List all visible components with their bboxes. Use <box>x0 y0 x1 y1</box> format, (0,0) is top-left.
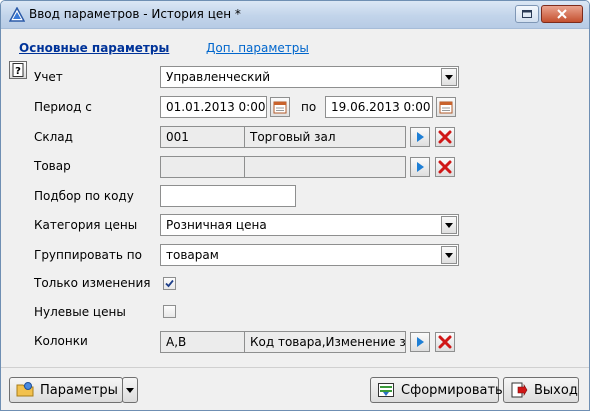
tovar-select-button[interactable] <box>410 157 430 177</box>
columns-select-button[interactable] <box>410 332 430 352</box>
play-arrow-icon <box>417 162 424 172</box>
tovar-clear-button[interactable] <box>435 157 455 177</box>
exit-door-icon <box>511 382 528 398</box>
podbor-input[interactable] <box>160 185 296 207</box>
app-icon <box>9 7 25 22</box>
uchet-select[interactable]: Управленческий <box>160 66 459 88</box>
chevron-down-icon <box>445 252 453 258</box>
category-label: Категория цены <box>34 218 138 232</box>
columns-value-input[interactable]: Код товара,Изменение за <box>244 331 406 353</box>
play-arrow-icon <box>417 132 424 142</box>
sklad-code-input[interactable]: 001 <box>160 126 245 148</box>
uchet-value: Управленческий <box>166 70 271 84</box>
close-icon <box>557 9 567 19</box>
params-dropdown-button[interactable] <box>122 377 138 403</box>
tab-main-params[interactable]: Основные параметры <box>19 41 169 55</box>
calendar-icon <box>273 101 287 114</box>
category-value: Розничная цена <box>166 218 267 232</box>
maximize-button[interactable] <box>515 5 539 23</box>
category-select[interactable]: Розничная цена <box>160 214 459 236</box>
dialog-window: Ввод параметров - История цен * Основные… <box>0 0 590 411</box>
chevron-down-icon <box>445 74 453 80</box>
columns-code-input[interactable]: А,В <box>160 331 245 353</box>
chevron-down-icon <box>445 222 453 228</box>
columns-code-value: А,В <box>166 335 187 349</box>
tovar-label: Товар <box>34 159 71 173</box>
window-title: Ввод параметров - История цен * <box>29 7 241 21</box>
chevron-down-icon <box>126 387 134 393</box>
svg-text:?: ? <box>15 66 21 77</box>
period-from-value: 01.01.2013 0:00 <box>166 100 266 114</box>
tovar-name-input[interactable] <box>244 156 406 178</box>
generate-button[interactable]: Сформировать <box>370 377 503 403</box>
footer-divider <box>1 367 589 368</box>
only-changes-label: Только изменения <box>34 276 151 290</box>
sklad-code-value: 001 <box>166 130 189 144</box>
folder-params-icon <box>16 382 34 397</box>
only-changes-checkbox[interactable] <box>163 277 176 290</box>
zero-prices-label: Нулевые цены <box>34 305 126 319</box>
params-button-label: Параметры <box>40 382 118 398</box>
exit-button-label: Выход <box>534 382 578 398</box>
title-bar[interactable]: Ввод параметров - История цен * <box>1 1 589 29</box>
delete-icon <box>438 335 452 349</box>
help-button[interactable]: ? <box>9 61 27 79</box>
tovar-code-input[interactable] <box>160 156 245 178</box>
exit-button[interactable]: Выход <box>503 377 579 403</box>
sklad-label: Склад <box>34 130 73 144</box>
play-arrow-icon <box>417 337 424 347</box>
group-value: товарам <box>166 248 219 262</box>
tab-extra-params[interactable]: Доп. параметры <box>206 41 309 55</box>
zero-prices-checkbox[interactable] <box>163 305 176 318</box>
delete-icon <box>438 130 452 144</box>
period-from-input[interactable]: 01.01.2013 0:00 <box>160 96 267 118</box>
group-label: Группировать по <box>34 248 142 262</box>
period-to-value: 19.06.2013 0:00 <box>331 100 431 114</box>
sklad-clear-button[interactable] <box>435 127 455 147</box>
columns-label: Колонки <box>34 334 88 348</box>
podbor-label: Подбор по коду <box>34 189 134 203</box>
params-button[interactable]: Параметры <box>9 377 123 403</box>
sklad-name-value: Торговый зал <box>250 130 336 144</box>
columns-value-text: Код товара,Изменение за <box>250 335 406 349</box>
help-icon: ? <box>12 63 24 77</box>
close-button[interactable] <box>541 5 583 23</box>
generate-button-label: Сформировать <box>401 382 503 398</box>
category-dropdown-button[interactable] <box>441 216 457 234</box>
maximize-icon <box>522 10 532 18</box>
uchet-dropdown-button[interactable] <box>441 68 457 86</box>
period-to-input[interactable]: 19.06.2013 0:00 <box>325 96 433 118</box>
period-to-calendar-button[interactable] <box>436 97 456 117</box>
period-to-label: по <box>301 100 317 114</box>
group-select[interactable]: товарам <box>160 244 459 266</box>
calendar-icon <box>439 101 453 114</box>
period-from-calendar-button[interactable] <box>270 97 290 117</box>
sklad-name-input[interactable]: Торговый зал <box>244 126 406 148</box>
columns-clear-button[interactable] <box>435 332 455 352</box>
checkmark-icon <box>165 279 174 288</box>
sklad-select-button[interactable] <box>410 127 430 147</box>
delete-icon <box>438 160 452 174</box>
uchet-label: Учет <box>34 70 63 84</box>
generate-report-icon <box>378 383 394 397</box>
period-label: Период с <box>34 100 92 114</box>
group-dropdown-button[interactable] <box>441 246 457 264</box>
